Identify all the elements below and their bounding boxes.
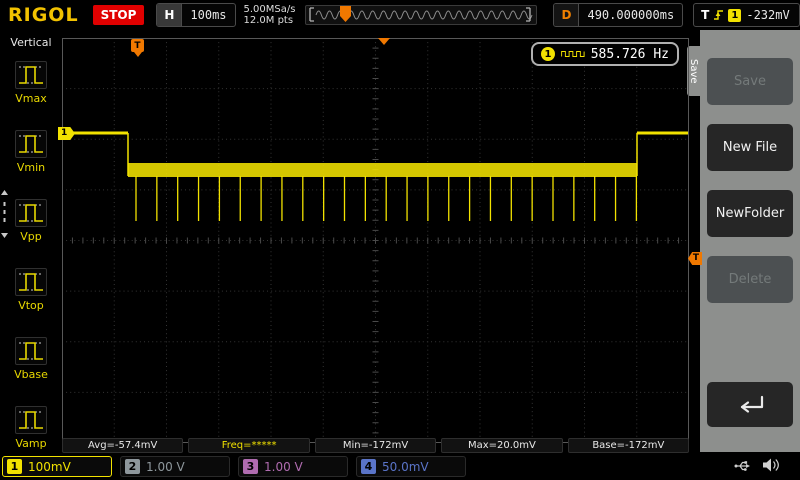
- measurement-max: Max=20.0mV: [441, 438, 563, 453]
- channel-1-waveform: [64, 131, 688, 221]
- vbase-icon: [15, 337, 47, 365]
- trigger-label: T: [701, 8, 710, 22]
- menu-item-label: Vbase: [14, 368, 48, 381]
- menu-item-label: Vpp: [20, 230, 42, 243]
- trigger-level-value: -232mV: [746, 8, 790, 22]
- menu-item-vpp[interactable]: Vpp: [0, 194, 62, 263]
- channel-1-status: 1 100mV: [2, 456, 112, 477]
- square-wave-icon: [561, 51, 585, 57]
- return-button[interactable]: [707, 382, 793, 427]
- counter-value: 585.726 Hz: [590, 46, 669, 62]
- channel-status-bar: 1 100mV 2 1.00 V 3 1.00 V 4 50.0mV: [0, 452, 800, 480]
- timebase-value: 100ms: [190, 8, 227, 22]
- menu-item-vmin[interactable]: Vmin: [0, 125, 62, 194]
- delay-value: 490.000000ms: [587, 8, 675, 22]
- channel-4-status: 4 50.0mV: [356, 456, 466, 477]
- menu-item-label: Vmin: [16, 161, 46, 174]
- measurement-min: Min=-172mV: [314, 438, 437, 453]
- trigger-source-badge: 1: [728, 8, 742, 22]
- channel-4-scale: 50.0mV: [382, 459, 429, 474]
- memory-depth: 12.0M pts: [243, 15, 294, 26]
- menu-title: Vertical: [10, 36, 52, 49]
- horizontal-label: H: [157, 4, 183, 26]
- menu-item-label: Vamp: [15, 437, 47, 450]
- menu-item-vtop[interactable]: Vtop: [0, 263, 62, 332]
- measurement-base: Base=-172mV: [567, 438, 690, 453]
- vertical-measure-menu: Vertical Vmax Vmin Vpp Vtop Vbase Vamp: [0, 30, 62, 452]
- save-menu-panel: Save Save New File NewFolder Delete: [687, 30, 800, 452]
- channel-3-scale: 1.00 V: [264, 459, 303, 474]
- menu-item-vmax[interactable]: Vmax: [0, 56, 62, 125]
- new-folder-button[interactable]: NewFolder: [707, 190, 793, 237]
- trigger-position-marker: T: [131, 39, 144, 52]
- menu-item-label: Vmax: [15, 92, 47, 105]
- rigol-logo: RIGOL: [8, 4, 79, 26]
- vmax-icon: [15, 61, 47, 89]
- channel-2-scale: 1.00 V: [146, 459, 185, 474]
- vpp-icon: [15, 199, 47, 227]
- run-state-badge: STOP: [92, 5, 145, 25]
- delete-button[interactable]: Delete: [707, 256, 793, 303]
- vtop-icon: [15, 268, 47, 296]
- trigger-box: T 1 -232mV: [693, 3, 800, 27]
- memory-waveform-preview: [309, 6, 533, 22]
- acquisition-info: 5.00MSa/s 12.0M pts: [244, 4, 296, 26]
- display-center-marker: [378, 38, 390, 45]
- channel-2-status: 2 1.00 V: [120, 456, 230, 477]
- usb-icon: [733, 457, 751, 475]
- vamp-icon: [15, 406, 47, 434]
- measurement-results-bar: Avg=-57.4mV Freq=***** Min=-172mV Max=20…: [62, 438, 690, 453]
- channel-3-badge: 3: [243, 459, 258, 474]
- menu-item-vbase[interactable]: Vbase: [0, 332, 62, 401]
- counter-source-badge: 1: [541, 47, 555, 61]
- measurement-freq: Freq=*****: [188, 438, 310, 453]
- sample-rate: 5.00MSa/s: [243, 4, 296, 15]
- save-button[interactable]: Save: [707, 58, 793, 105]
- menu-scroll-indicator: [1, 190, 8, 238]
- frequency-counter: 1 585.726 Hz: [531, 42, 679, 66]
- menu-item-label: Vtop: [18, 299, 44, 312]
- channel-4-badge: 4: [361, 459, 376, 474]
- channel-3-status: 3 1.00 V: [238, 456, 348, 477]
- channel-1-badge: 1: [7, 459, 22, 474]
- measurement-avg: Avg=-57.4mV: [62, 438, 184, 453]
- waveform-display: T 1 T 1 585.726 Hz Avg=-57.4mV Freq=****…: [58, 38, 702, 453]
- memory-position-bar: [305, 5, 538, 25]
- top-status-bar: RIGOL STOP H 100ms 5.00MSa/s 12.0M pts D…: [0, 0, 800, 30]
- oscilloscope-screen: RIGOL STOP H 100ms 5.00MSa/s 12.0M pts D…: [0, 0, 800, 480]
- trigger-position-stem: [134, 52, 142, 57]
- channel-1-scale: 100mV: [28, 459, 71, 474]
- vmin-icon: [15, 130, 47, 158]
- return-arrow-icon: [740, 395, 764, 413]
- delay-label: D: [554, 4, 580, 26]
- channel-2-badge: 2: [125, 459, 140, 474]
- horizontal-timebase-box: H 100ms: [156, 3, 236, 27]
- trigger-level-marker: T: [688, 252, 702, 265]
- rising-edge-icon: [714, 10, 724, 20]
- speaker-icon: [762, 457, 780, 473]
- delay-box: D 490.000000ms: [553, 3, 684, 27]
- new-file-button[interactable]: New File: [707, 124, 793, 171]
